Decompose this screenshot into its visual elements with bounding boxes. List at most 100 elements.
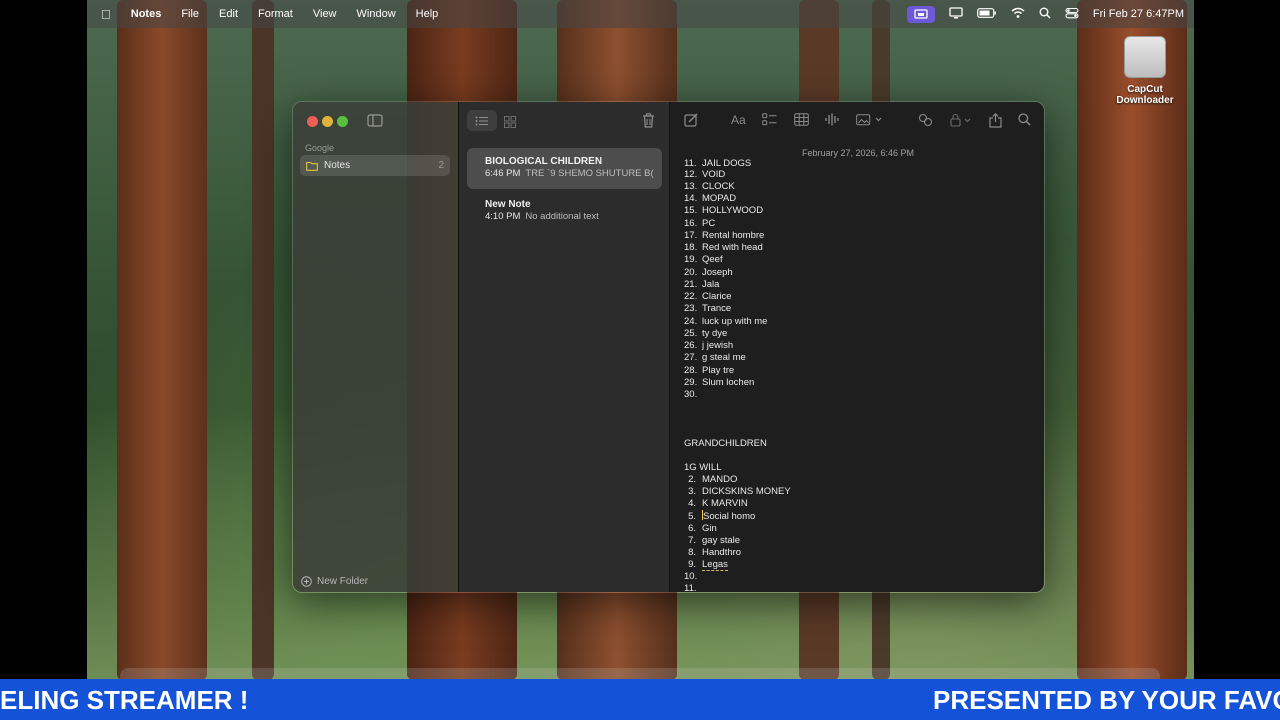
banner-text-right: PRESENTED BY YOUR FAVO xyxy=(933,685,1280,715)
list-line: 8. Handthro xyxy=(688,547,742,558)
desktop-icon-label: CapCut Downloader xyxy=(1116,84,1174,106)
new-folder-button[interactable]: New Folder xyxy=(301,576,368,587)
menu-help[interactable]: Help xyxy=(416,8,439,20)
control-center-icon[interactable] xyxy=(1065,7,1079,22)
search-icon[interactable] xyxy=(1018,113,1031,129)
list-line: 6. Gin xyxy=(688,523,717,534)
menu-window[interactable]: Window xyxy=(357,8,396,20)
list-line: 19. Qeef xyxy=(684,254,723,265)
note-title: BIOLOGICAL CHILDREN xyxy=(485,156,603,167)
list-line: 30. xyxy=(684,389,698,400)
audio-waveform-icon[interactable] xyxy=(825,113,839,129)
spotlight-search-icon[interactable] xyxy=(1039,7,1051,22)
section-heading-grandchildren: GRANDCHILDREN xyxy=(684,438,767,449)
screen:  Notes File Edit Format View Window Hel… xyxy=(0,0,1280,720)
close-button[interactable] xyxy=(307,116,318,127)
note-title: New Note xyxy=(485,199,531,210)
banner-text-left: ELING STREAMER ! xyxy=(0,685,249,715)
list-line: 12. VOID xyxy=(684,169,726,180)
battery-icon[interactable] xyxy=(977,7,997,21)
drive-icon xyxy=(1124,36,1166,78)
tree-trunk xyxy=(117,0,207,680)
note-time: 6:46 PM xyxy=(485,168,521,179)
list-line: 21. Jala xyxy=(684,279,720,290)
notes-window: Google Notes 2 New Folder BIOLOGICAL CHI… xyxy=(292,101,1045,593)
sidebar: Google Notes 2 New Folder xyxy=(293,102,459,592)
new-folder-label: New Folder xyxy=(317,576,369,587)
plus-circle-icon xyxy=(301,576,312,587)
list-line: 10. xyxy=(684,571,698,582)
list-line: 23. Trance xyxy=(684,303,732,314)
compose-icon[interactable] xyxy=(684,113,698,130)
list-line-misspelled: 9. Legas xyxy=(688,559,728,571)
note-item-biological-children[interactable]: BIOLOGICAL CHILDREN 6:46 PM TRE `9 SHEMO … xyxy=(467,148,662,189)
list-line: 27. g steal me xyxy=(684,352,746,363)
gallery-view-icon[interactable] xyxy=(504,115,516,133)
list-line: 7. gay stale xyxy=(688,535,741,546)
sidebar-item-notes[interactable]: Notes 2 xyxy=(300,155,450,176)
list-line: 28. Play tre xyxy=(684,365,735,376)
minimize-button[interactable] xyxy=(322,116,333,127)
clock[interactable]: Fri Feb 27 6:47PM xyxy=(1093,8,1184,20)
lock-icon[interactable] xyxy=(950,113,974,130)
note-list: BIOLOGICAL CHILDREN 6:46 PM TRE `9 SHEMO … xyxy=(459,102,670,592)
folder-icon xyxy=(306,161,318,171)
menu-app-name[interactable]: Notes xyxy=(131,8,162,20)
note-list-toolbar xyxy=(459,102,669,140)
display-icon[interactable] xyxy=(949,6,963,22)
list-line: 22. Clarice xyxy=(684,291,732,302)
checklist-icon[interactable] xyxy=(762,113,777,129)
text-line-1g: 1G WILL xyxy=(684,462,722,473)
list-line: 2. MANDO xyxy=(688,474,738,485)
list-line: 25. ty dye xyxy=(684,328,728,339)
editor-toolbar: Aa xyxy=(670,102,1044,140)
list-line: 15. HOLLYWOOD xyxy=(684,205,764,216)
list-line: 16. PC xyxy=(684,218,716,229)
menu-view[interactable]: View xyxy=(313,8,337,20)
list-line: 14. MOPAD xyxy=(684,193,737,204)
note-preview: TRE `9 SHEMO SHUTURE B( xyxy=(525,168,654,179)
note-body[interactable]: 11. JAIL DOGS 12. VOID 13. CLOCK 14. MOPAD 1… xyxy=(684,158,1024,593)
list-line-cursor: 5. Social homo xyxy=(688,510,756,522)
collaborate-icon[interactable] xyxy=(918,113,933,130)
desktop-icon-capcut[interactable]: CapCut Downloader xyxy=(1110,36,1180,106)
menu-format[interactable]: Format xyxy=(258,8,293,20)
sidebar-item-count: 2 xyxy=(438,160,444,171)
list-line: 11. xyxy=(684,583,697,593)
list-line: 18. Red with head xyxy=(684,242,763,253)
share-icon[interactable] xyxy=(989,112,1002,131)
list-line: 17. Rental hombre xyxy=(684,230,765,241)
stream-banner: ELING STREAMER ! PRESENTED BY YOUR FAVO xyxy=(0,679,1280,720)
list-line: 20. Joseph xyxy=(684,267,733,278)
note-date: February 27, 2026, 6:46 PM xyxy=(801,148,915,158)
screen-share-icon[interactable] xyxy=(906,5,935,23)
note-meta: 4:10 PM No additional text xyxy=(485,211,662,222)
media-icon[interactable] xyxy=(856,113,882,129)
menu-edit[interactable]: Edit xyxy=(219,8,238,20)
sidebar-item-label: Notes xyxy=(324,160,351,171)
table-icon[interactable] xyxy=(794,113,809,129)
format-text-icon[interactable]: Aa xyxy=(731,113,746,127)
list-line: 29. Slum lochen xyxy=(684,377,755,388)
section-label-google: Google xyxy=(305,143,335,153)
menu-bar:  Notes File Edit Format View Window Hel… xyxy=(87,0,1194,28)
sidebar-toggle-icon[interactable] xyxy=(367,114,383,132)
note-time: 4:10 PM xyxy=(485,211,521,222)
menu-file[interactable]: File xyxy=(181,8,199,20)
list-line: 13. CLOCK xyxy=(684,181,735,192)
list-line: 3. DICKSKINS MONEY xyxy=(688,486,791,497)
tree-trunk xyxy=(252,0,274,680)
apple-icon[interactable]:  xyxy=(101,7,111,22)
note-editor: Aa February 27, 2026, 6:46 PM 11. JAIL DO… xyxy=(670,102,1044,592)
list-line: 4. K MARVIN xyxy=(688,498,748,509)
trash-icon[interactable] xyxy=(642,113,655,133)
note-preview: No additional text xyxy=(525,211,599,222)
note-meta: 6:46 PM TRE `9 SHEMO SHUTURE B( xyxy=(485,168,662,179)
list-icon xyxy=(475,116,488,125)
note-item-new-note[interactable]: New Note 4:10 PM No additional text xyxy=(467,191,662,232)
wifi-icon[interactable] xyxy=(1011,7,1025,21)
list-line: 24. luck up with me xyxy=(684,316,768,327)
zoom-button[interactable] xyxy=(337,116,348,127)
list-line: 26. j jewish xyxy=(684,340,734,351)
list-view-button[interactable] xyxy=(467,110,497,131)
